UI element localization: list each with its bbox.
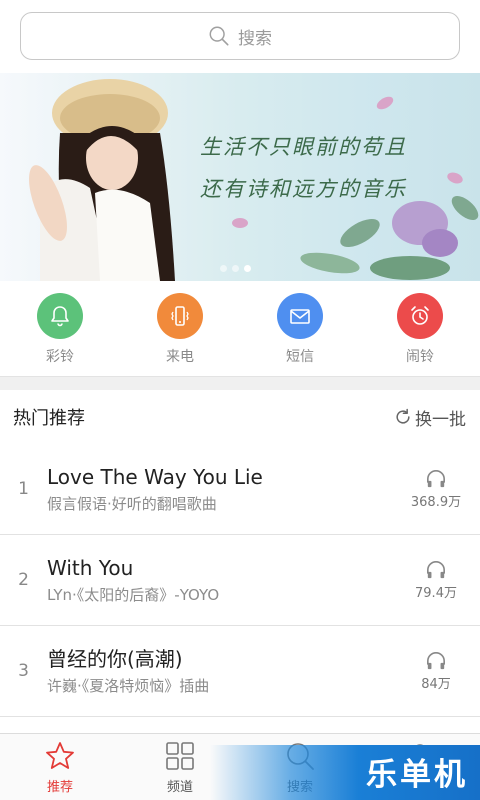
carousel-dot[interactable]	[232, 265, 239, 272]
song-subtitle: 假言假语·好听的翻唱歌曲	[47, 495, 217, 513]
play-count-block: 368.9万	[400, 469, 472, 510]
search-input[interactable]: 搜索	[20, 12, 460, 60]
tab-label: 推荐	[46, 780, 73, 795]
category-icon-circle	[157, 293, 203, 339]
song-subtitle: LYn·《太阳的后裔》-YOYO	[47, 586, 220, 604]
search-placeholder: 搜索	[238, 28, 272, 49]
song-title: Love The Way You Lie	[47, 465, 263, 489]
category-shortcuts: 彩铃 来电 短信 闹铃	[0, 281, 480, 377]
category-label: 彩铃	[46, 349, 74, 365]
play-count: 79.4万	[415, 585, 457, 601]
song-info: 曾经的你(高潮) 许巍·《夏洛特烦恼》插曲	[47, 646, 400, 696]
search-bar: 搜索	[0, 0, 480, 73]
song-rank: 2	[18, 570, 29, 590]
phone-vibrate-icon	[171, 306, 189, 326]
star-icon	[46, 742, 74, 769]
song-row[interactable]: 2 With You LYn·《太阳的后裔》-YOYO 79.4万	[0, 535, 480, 626]
headphones-icon	[427, 469, 445, 487]
song-rank: 3	[18, 661, 29, 681]
carousel-indicator	[220, 265, 251, 272]
refresh-button[interactable]: 换一批	[393, 405, 466, 430]
category-alarm[interactable]: 闹铃	[360, 281, 480, 376]
hot-recommend-section: 热门推荐 换一批 1 Love The Way You Lie 假言假语·好听的…	[0, 390, 480, 733]
play-count-block: 84万	[400, 651, 472, 692]
category-icon-circle	[277, 293, 323, 339]
category-label: 来电	[166, 349, 194, 365]
section-header: 热门推荐 换一批	[0, 390, 480, 444]
play-count: 84万	[421, 676, 451, 692]
envelope-icon	[290, 309, 310, 324]
carousel-dot-active[interactable]	[244, 265, 251, 272]
refresh-icon	[396, 408, 410, 424]
category-sms[interactable]: 短信	[240, 281, 360, 376]
play-count-block: 79.4万	[400, 560, 472, 601]
category-label: 闹铃	[406, 349, 434, 365]
song-row[interactable]: 1 Love The Way You Lie 假言假语·好听的翻唱歌曲 368.…	[0, 444, 480, 535]
headphones-icon	[427, 560, 445, 578]
tab-recommend[interactable]: 推荐	[0, 734, 120, 800]
bell-icon	[51, 306, 69, 327]
category-icon-circle	[397, 293, 443, 339]
section-title: 热门推荐	[13, 408, 85, 429]
category-label: 短信	[286, 349, 314, 365]
song-title: 曾经的你(高潮)	[47, 647, 183, 671]
promo-banner[interactable]: 生活不只眼前的苟且 还有诗和远方的音乐	[0, 73, 480, 281]
banner-headline-1: 生活不只眼前的苟且	[200, 135, 407, 159]
alarm-clock-icon	[411, 306, 429, 325]
search-icon	[209, 26, 229, 46]
category-icon-circle	[37, 293, 83, 339]
song-rank: 1	[18, 479, 29, 499]
banner-headline-2: 还有诗和远方的音乐	[200, 177, 407, 201]
category-ringback[interactable]: 彩铃	[0, 281, 120, 376]
site-watermark: 乐单机	[210, 745, 480, 800]
song-row[interactable]: 3 曾经的你(高潮) 许巍·《夏洛特烦恼》插曲 84万	[0, 626, 480, 717]
grid-icon	[166, 742, 194, 770]
headphones-icon	[427, 651, 445, 669]
song-subtitle: 许巍·《夏洛特烦恼》插曲	[47, 677, 210, 695]
play-count: 368.9万	[410, 494, 462, 510]
carousel-dot[interactable]	[220, 265, 227, 272]
refresh-label: 换一批	[415, 409, 466, 430]
watermark-text: 乐单机	[366, 757, 468, 793]
song-info: Love The Way You Lie 假言假语·好听的翻唱歌曲	[47, 464, 400, 514]
category-incoming-call[interactable]: 来电	[120, 281, 240, 376]
song-title: With You	[47, 556, 134, 580]
song-info: With You LYn·《太阳的后裔》-YOYO	[47, 555, 400, 605]
tab-label: 频道	[166, 780, 193, 795]
